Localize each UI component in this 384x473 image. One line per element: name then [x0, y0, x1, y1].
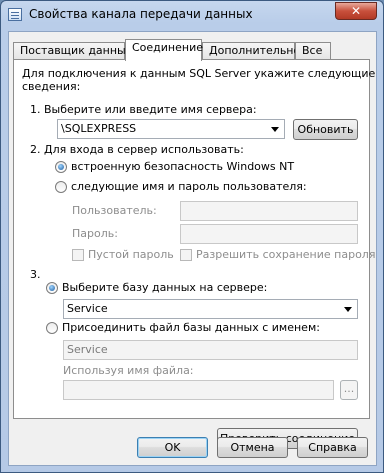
password-input[interactable] [180, 224, 358, 244]
server-name-value: \SQLEXPRESS [61, 122, 137, 135]
user-input[interactable] [180, 201, 358, 221]
auth-sql-radio[interactable] [55, 181, 67, 193]
tab-provider[interactable]: Поставщик данных [13, 42, 132, 60]
ok-button[interactable]: OK [137, 437, 208, 458]
tab-advanced[interactable]: Дополнительно [202, 42, 300, 60]
blank-password-checkbox[interactable] [72, 249, 84, 261]
attach-db-radio[interactable] [46, 322, 58, 334]
cancel-button[interactable]: Отмена [217, 437, 288, 458]
select-db-label[interactable]: Выберите базу данных на сервере: [62, 281, 267, 294]
logical-name-label: Используя имя файла: [63, 364, 194, 377]
save-password-checkbox[interactable] [180, 249, 192, 261]
step1-label: 1. Выберите или введите имя сервера: [30, 103, 257, 116]
save-password-label[interactable]: Разрешить сохранение пароля [196, 248, 375, 261]
server-name-combo[interactable]: \SQLEXPRESS [57, 119, 285, 139]
auth-windows-label[interactable]: встроенную безопасность Windows NT [71, 160, 294, 173]
step3-label: 3. [30, 268, 41, 281]
auth-sql-label[interactable]: следующие имя и пароль пользователя: [71, 180, 307, 193]
logical-name-input[interactable] [63, 380, 334, 400]
window-title: Свойства канала передачи данных [29, 7, 253, 21]
connection-panel: Для подключения к данным SQL Server укаж… [13, 59, 375, 449]
tab-connection[interactable]: Соединение [125, 39, 203, 61]
refresh-button[interactable]: Обновить [293, 119, 358, 140]
select-db-radio[interactable] [46, 282, 58, 294]
tab-all[interactable]: Все [295, 42, 331, 60]
database-value: Service [67, 302, 108, 315]
chevron-down-icon[interactable] [344, 307, 352, 312]
step2-label: 2. Для входа в сервер использовать: [30, 143, 244, 156]
intro-text-line2: сведения: [22, 80, 81, 93]
dialog-client-area: Поставщик данных Соединение Дополнительн… [8, 31, 377, 466]
database-combo[interactable]: Service [63, 299, 358, 319]
auth-windows-radio[interactable] [55, 161, 67, 173]
attach-db-label[interactable]: Присоединить файл базы данных с именем: [62, 321, 320, 334]
title-bar[interactable]: Свойства канала передачи данных ✕ [1, 1, 383, 29]
window-icon [8, 8, 22, 21]
dialog-window: Свойства канала передачи данных ✕ Постав… [0, 0, 384, 473]
password-label: Пароль: [72, 227, 118, 240]
chevron-down-icon[interactable] [271, 127, 279, 132]
help-button[interactable]: Справка [297, 437, 368, 458]
attach-file-input[interactable]: Service [63, 340, 358, 360]
browse-button[interactable]: ... [340, 380, 358, 400]
intro-text-line1: Для подключения к данным SQL Server укаж… [22, 67, 376, 80]
blank-password-label[interactable]: Пустой пароль [88, 248, 174, 261]
close-button[interactable]: ✕ [335, 2, 377, 20]
user-label: Пользователь: [72, 204, 157, 217]
